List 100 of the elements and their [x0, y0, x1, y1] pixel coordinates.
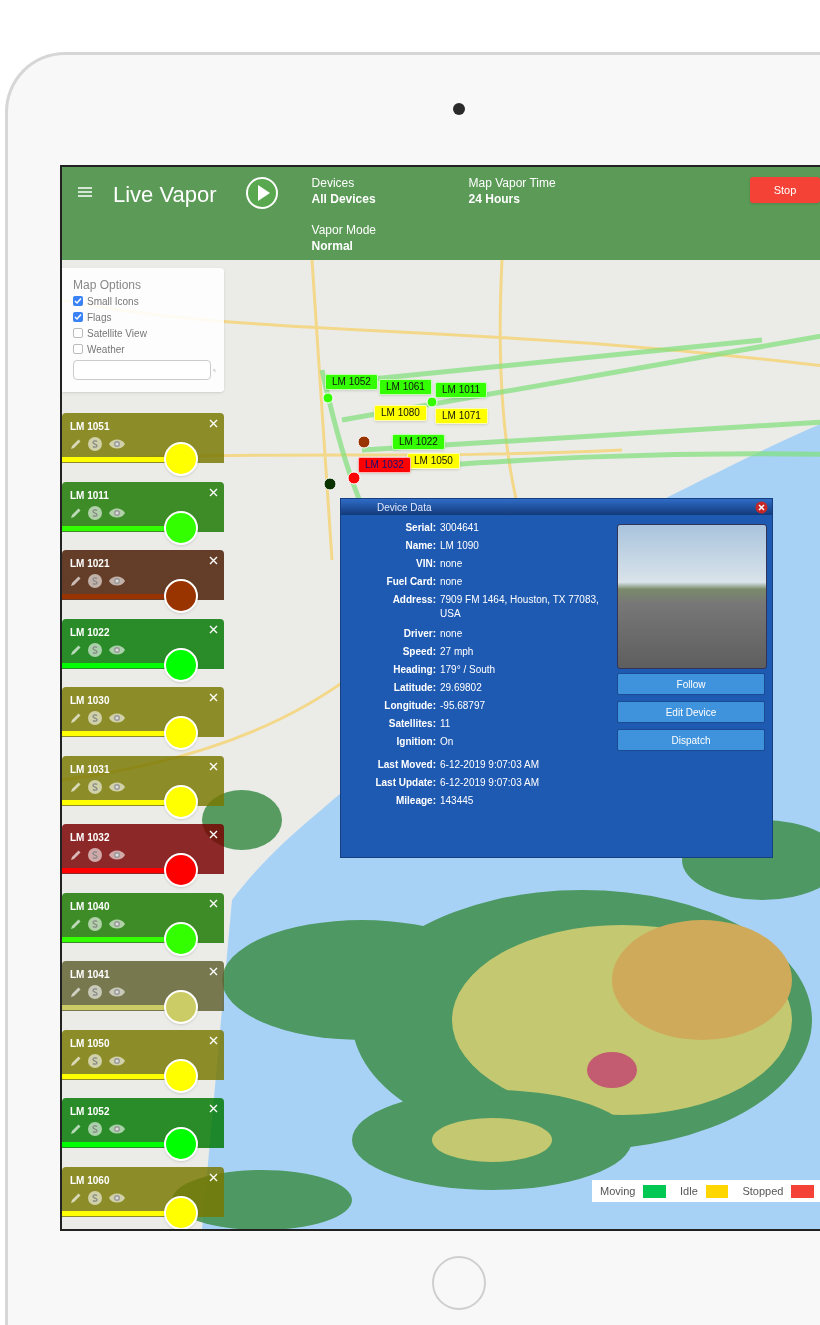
- devices-label: Devices: [311, 175, 356, 191]
- dollar-coin-icon[interactable]: [88, 779, 102, 794]
- dollar-coin-icon[interactable]: [88, 505, 102, 520]
- field-value: 29.69802: [440, 681, 483, 695]
- field-label: Name:: [404, 539, 436, 553]
- device-card[interactable]: LM 1030: [62, 687, 224, 751]
- device-name: LM 1060: [70, 1173, 110, 1188]
- dollar-coin-icon[interactable]: [88, 1190, 102, 1205]
- home-button[interactable]: [432, 1256, 486, 1310]
- action-button[interactable]: Dispatch: [617, 729, 765, 751]
- map-flag[interactable]: LM 1032: [358, 457, 411, 473]
- field-label: Serial:: [404, 521, 436, 535]
- device-name: LM 1022: [70, 625, 110, 640]
- pencil-icon[interactable]: [70, 1123, 82, 1135]
- eye-icon[interactable]: [108, 917, 126, 930]
- eye-icon[interactable]: [108, 1191, 126, 1204]
- pencil-icon[interactable]: [70, 917, 82, 930]
- device-name: LM 1021: [70, 557, 110, 571]
- close-icon[interactable]: [755, 500, 768, 514]
- device-card[interactable]: LM 1031: [62, 755, 224, 820]
- device-name: LM 1031: [70, 762, 110, 777]
- play-icon[interactable]: [244, 176, 279, 210]
- device-card[interactable]: LM 1041: [62, 961, 224, 1025]
- device-card[interactable]: LM 1011: [62, 481, 224, 546]
- vapor-mode-value[interactable]: Normal: [311, 238, 469, 254]
- pencil-icon[interactable]: [70, 438, 82, 450]
- pencil-icon[interactable]: [70, 506, 82, 519]
- field-value: 7909 FM 1464, Houston, TX 77083, USA: [440, 593, 600, 621]
- eye-icon[interactable]: [108, 575, 126, 587]
- field-value: 179° / South: [440, 663, 497, 677]
- checkbox-label: Satellite View: [87, 326, 147, 341]
- dollar-coin-icon[interactable]: [88, 1053, 102, 1068]
- menu-icon[interactable]: [78, 187, 92, 197]
- field-label: Last Moved:: [376, 758, 436, 772]
- action-button[interactable]: Follow: [617, 673, 765, 695]
- device-card[interactable]: LM 1022: [62, 618, 224, 683]
- device-card[interactable]: LM 1060: [62, 1166, 224, 1229]
- field-value: 11: [440, 717, 452, 731]
- eye-icon[interactable]: [108, 438, 126, 450]
- pencil-icon[interactable]: [70, 780, 82, 793]
- stop-button[interactable]: Stop: [750, 177, 820, 203]
- eye-icon[interactable]: [108, 986, 126, 998]
- map-flag[interactable]: LM 1080: [374, 405, 427, 421]
- close-icon[interactable]: [209, 556, 218, 565]
- map-flag[interactable]: LM 1011: [435, 382, 488, 398]
- vapor-time-value[interactable]: 24 Hours: [468, 191, 629, 207]
- map-flag[interactable]: LM 1071: [435, 408, 488, 424]
- dollar-coin-icon[interactable]: [88, 916, 102, 931]
- camera-icon: [453, 103, 465, 115]
- device-card[interactable]: LM 1050: [62, 1029, 224, 1094]
- pencil-icon[interactable]: [70, 643, 82, 656]
- dollar-coin-icon[interactable]: [88, 1122, 102, 1136]
- device-name: LM 1030: [70, 694, 110, 708]
- pencil-icon[interactable]: [70, 1054, 82, 1067]
- pencil-icon[interactable]: [70, 1191, 82, 1204]
- device-card[interactable]: LM 1052: [62, 1098, 224, 1162]
- device-card[interactable]: LM 1021: [62, 550, 224, 614]
- search-field[interactable]: [73, 360, 211, 380]
- field-label: Fuel Card:: [385, 575, 436, 589]
- pencil-icon[interactable]: [70, 712, 82, 724]
- device-card[interactable]: LM 1032: [62, 824, 224, 888]
- dollar-coin-icon[interactable]: [88, 642, 102, 657]
- pencil-icon[interactable]: [70, 849, 82, 861]
- field-value: 27 mph: [440, 645, 475, 659]
- device-name: LM 1041: [70, 968, 110, 982]
- map-flag[interactable]: LM 1050: [407, 453, 460, 469]
- field-value: -95.68797: [440, 699, 487, 713]
- dollar-coin-icon[interactable]: [88, 711, 102, 725]
- pencil-icon[interactable]: [70, 575, 82, 587]
- pencil-icon[interactable]: [70, 986, 82, 998]
- checkbox[interactable]: [73, 328, 83, 338]
- checkbox-label: Flags: [87, 310, 112, 325]
- eye-icon[interactable]: [108, 712, 126, 724]
- close-icon[interactable]: [209, 830, 218, 839]
- field-value: 6-12-2019 9:07:03 AM: [440, 776, 540, 790]
- dollar-coin-icon[interactable]: [88, 437, 102, 451]
- checkbox-label: Small Icons: [87, 294, 139, 309]
- map-flag[interactable]: LM 1022: [392, 434, 445, 450]
- checkbox[interactable]: [73, 344, 83, 354]
- dollar-coin-icon[interactable]: [88, 985, 102, 999]
- field-value: none: [440, 557, 464, 571]
- eye-icon[interactable]: [108, 506, 126, 519]
- eye-icon[interactable]: [108, 1123, 126, 1135]
- app-title: Live Vapor: [113, 181, 217, 209]
- eye-icon[interactable]: [108, 643, 126, 656]
- map-flag[interactable]: LM 1052: [325, 374, 378, 390]
- field-value: none: [440, 575, 464, 589]
- map-flag[interactable]: LM 1061: [379, 379, 432, 395]
- field-label: Driver:: [402, 627, 436, 641]
- device-card[interactable]: LM 1051: [62, 413, 224, 477]
- device-name: LM 1032: [70, 831, 110, 845]
- action-button[interactable]: Edit Device: [617, 701, 765, 723]
- dollar-coin-icon[interactable]: [88, 848, 102, 862]
- dollar-coin-icon[interactable]: [88, 574, 102, 588]
- legend-label: Moving: [600, 1183, 636, 1199]
- eye-icon[interactable]: [108, 780, 126, 793]
- eye-icon[interactable]: [108, 1054, 126, 1067]
- eye-icon[interactable]: [108, 849, 126, 861]
- devices-value[interactable]: All Devices: [311, 191, 469, 207]
- device-card[interactable]: LM 1040: [62, 892, 224, 957]
